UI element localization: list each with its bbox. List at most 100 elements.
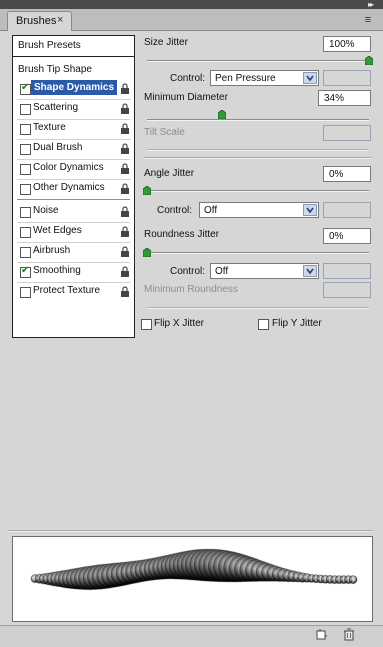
option-color-dynamics[interactable]: Color Dynamics — [13, 159, 134, 179]
panel-bottom-bar — [0, 625, 383, 647]
roundness-jitter-slider[interactable] — [147, 252, 369, 254]
roundness-jitter-field[interactable]: 0% — [323, 228, 371, 244]
option-label: Noise — [33, 205, 59, 216]
size-jitter-thumb[interactable] — [365, 56, 373, 65]
min-diameter-thumb[interactable] — [218, 110, 226, 119]
lock-icon[interactable] — [120, 286, 130, 298]
select-value: Pen Pressure — [215, 73, 276, 84]
option-label: Shape Dynamics — [31, 80, 118, 95]
tab-label: Brushes — [16, 15, 57, 27]
option-label: Protect Texture — [33, 285, 101, 296]
angle-control-select[interactable]: Off — [199, 202, 319, 218]
lock-icon[interactable] — [120, 246, 130, 258]
flip-x-checkbox[interactable] — [141, 319, 152, 330]
roundness-control-label: Control: — [170, 266, 206, 277]
protect-texture-checkbox[interactable] — [20, 287, 31, 298]
select-value: Off — [215, 266, 229, 277]
lock-icon[interactable] — [120, 143, 130, 155]
option-protect-texture[interactable]: Protect Texture — [13, 282, 134, 302]
option-shape-dynamics[interactable]: Shape Dynamics — [13, 79, 134, 99]
divider — [144, 157, 371, 159]
lock-icon[interactable] — [120, 103, 130, 115]
option-scattering[interactable]: Scattering — [13, 99, 134, 119]
option-label: Scattering — [33, 102, 79, 113]
size-jitter-label: Size Jitter — [144, 37, 188, 48]
option-other-dynamics[interactable]: Other Dynamics — [13, 179, 134, 199]
select-value: Off — [204, 205, 218, 216]
lock-icon[interactable] — [120, 123, 130, 135]
option-smoothing[interactable]: Smoothing — [13, 262, 134, 282]
angle-jitter-slider[interactable] — [147, 190, 369, 192]
roundness-jitter-thumb[interactable] — [143, 248, 151, 257]
angle-jitter-field[interactable]: 0% — [323, 166, 371, 182]
dual-brush-checkbox[interactable] — [20, 144, 31, 155]
option-label: Airbrush — [33, 245, 71, 256]
new-brush-icon[interactable] — [315, 629, 327, 641]
lock-icon[interactable] — [120, 83, 130, 95]
option-noise[interactable]: Noise — [13, 202, 134, 222]
option-label: Wet Edges — [33, 225, 82, 236]
angle-control-label: Control: — [157, 205, 193, 216]
min-diameter-label: Minimum Diameter — [144, 92, 228, 103]
min-diameter-slider[interactable] — [147, 119, 369, 121]
lock-icon[interactable] — [120, 266, 130, 278]
scattering-checkbox[interactable] — [20, 104, 31, 115]
lock-icon[interactable] — [120, 183, 130, 195]
min-roundness-field — [323, 282, 371, 298]
brush-dab — [348, 575, 358, 585]
roundness-control-select[interactable]: Off — [210, 263, 319, 279]
noise-checkbox[interactable] — [20, 207, 31, 218]
panel-menu-icon[interactable]: ≡ — [359, 13, 377, 27]
size-jitter-field[interactable]: 100% — [323, 36, 371, 52]
option-label: Dual Brush — [33, 142, 83, 153]
min-roundness-label: Minimum Roundness — [144, 284, 238, 295]
brush-stroke-preview — [12, 536, 373, 622]
angle-jitter-label: Angle Jitter — [144, 168, 195, 179]
size-control-label: Control: — [170, 73, 206, 84]
roundness-control-fade-field — [323, 263, 371, 279]
size-control-fade-field — [323, 70, 371, 86]
option-texture[interactable]: Texture — [13, 119, 134, 139]
texture-checkbox[interactable] — [20, 124, 31, 135]
brush-presets-label: Brush Presets — [18, 40, 81, 51]
collapse-panel-icon[interactable]: ▸▸ — [361, 0, 379, 9]
tilt-scale-slider — [147, 149, 369, 151]
brush-options-list: Brush Presets Brush Tip Shape Shape Dyna… — [12, 35, 135, 338]
size-control-select[interactable]: Pen Pressure — [210, 70, 319, 86]
option-label: Smoothing — [33, 265, 81, 276]
flip-y-label: Flip Y Jitter — [272, 318, 322, 329]
other-dynamics-checkbox[interactable] — [20, 184, 31, 195]
trash-icon[interactable] — [343, 628, 355, 641]
min-diameter-field[interactable]: 34% — [318, 90, 371, 106]
airbrush-checkbox[interactable] — [20, 247, 31, 258]
lock-icon[interactable] — [120, 206, 130, 218]
chevron-down-icon — [303, 265, 317, 277]
option-airbrush[interactable]: Airbrush — [13, 242, 134, 262]
brush-tip-shape-label: Brush Tip Shape — [18, 64, 92, 75]
option-label: Other Dynamics — [33, 182, 105, 193]
flip-x-label: Flip X Jitter — [154, 318, 205, 329]
roundness-jitter-label: Roundness Jitter — [144, 229, 220, 240]
flip-y-checkbox[interactable] — [258, 319, 269, 330]
preview-divider — [8, 530, 373, 532]
color-dynamics-checkbox[interactable] — [20, 164, 31, 175]
option-label: Color Dynamics — [33, 162, 104, 173]
tilt-scale-field — [323, 125, 371, 141]
size-jitter-slider[interactable] — [147, 60, 369, 62]
tab-brushes[interactable]: Brushes × — [7, 11, 72, 31]
shape-dynamics-checkbox[interactable] — [20, 82, 31, 95]
lock-icon[interactable] — [120, 163, 130, 175]
angle-jitter-thumb[interactable] — [143, 186, 151, 195]
brush-presets-item[interactable]: Brush Presets — [13, 36, 134, 57]
tilt-scale-label: Tilt Scale — [144, 127, 185, 138]
option-dual-brush[interactable]: Dual Brush — [13, 139, 134, 159]
option-wet-edges[interactable]: Wet Edges — [13, 222, 134, 242]
wet-edges-checkbox[interactable] — [20, 227, 31, 238]
chevron-down-icon — [303, 72, 317, 84]
brush-tip-shape-item[interactable]: Brush Tip Shape — [13, 64, 134, 80]
min-roundness-slider — [147, 307, 369, 309]
smoothing-checkbox[interactable] — [20, 265, 31, 278]
lock-icon[interactable] — [120, 226, 130, 238]
close-icon[interactable]: × — [57, 14, 63, 26]
angle-control-fade-field — [323, 202, 371, 218]
